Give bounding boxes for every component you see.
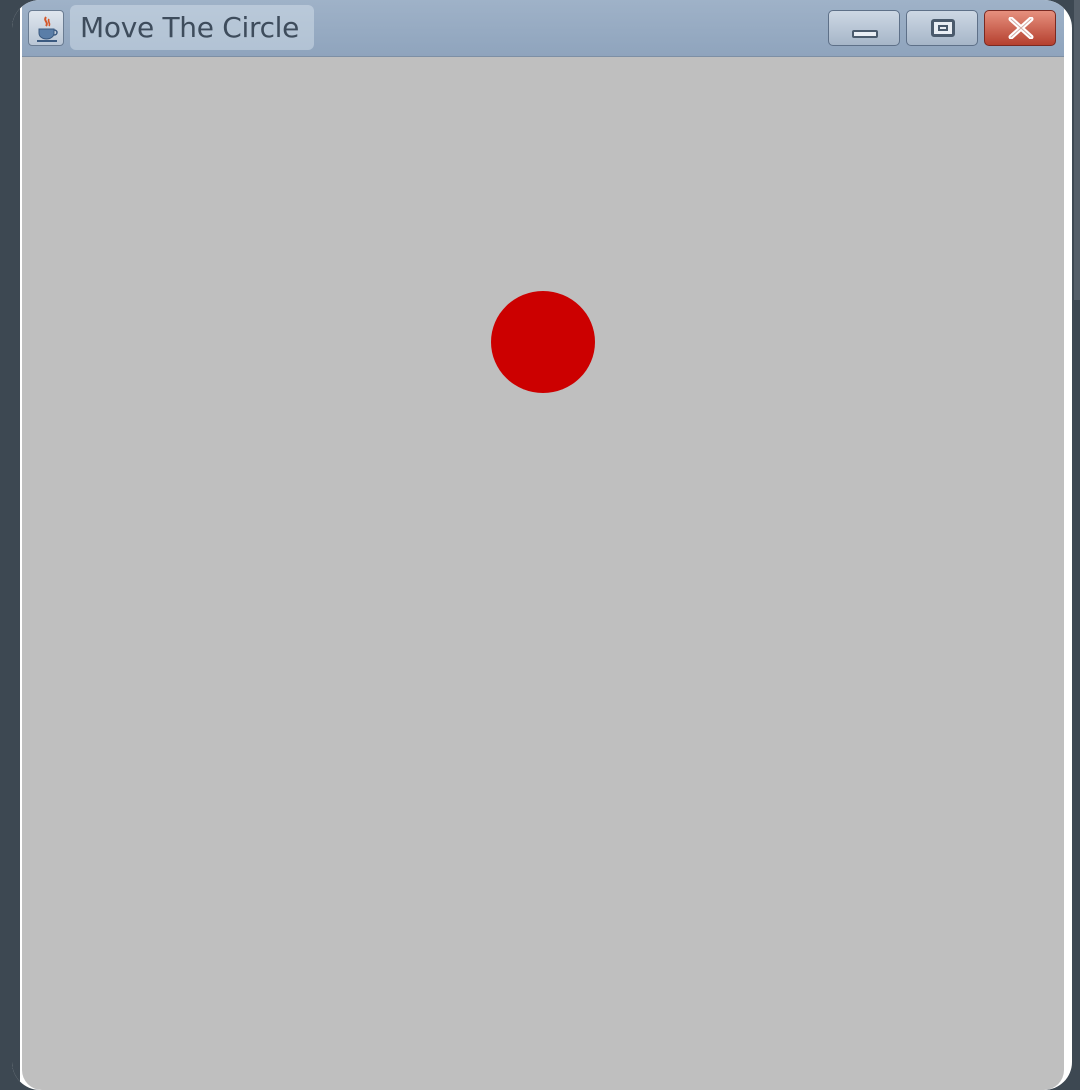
window-title: Move The Circle [80, 11, 300, 44]
drawing-canvas[interactable] [22, 57, 1064, 1090]
java-cup-icon[interactable] [28, 10, 64, 46]
minimize-button[interactable] [828, 10, 900, 46]
window-frame-left [12, 0, 20, 1090]
maximize-icon [931, 19, 955, 37]
window-title-container: Move The Circle [70, 5, 314, 50]
red-circle[interactable] [491, 291, 595, 393]
maximize-button[interactable] [906, 10, 978, 46]
minimize-icon [852, 30, 878, 38]
title-bar[interactable]: Move The Circle [22, 0, 1064, 57]
desktop-scroll-edge [1074, 0, 1080, 300]
app-window: Move The Circle [12, 0, 1072, 1090]
close-icon [1007, 16, 1035, 43]
close-button[interactable] [984, 10, 1056, 46]
